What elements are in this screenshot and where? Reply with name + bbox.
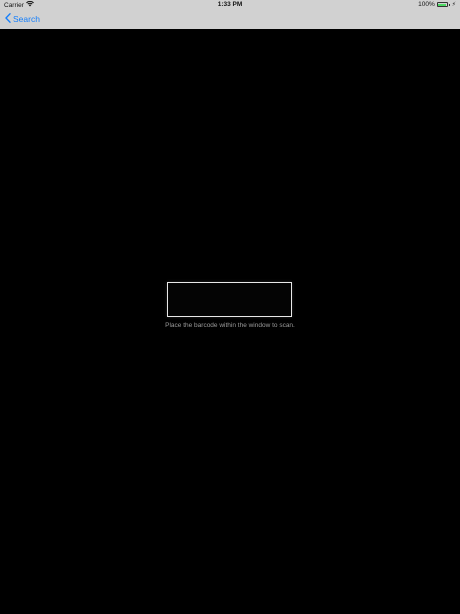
back-button-label: Search: [13, 14, 40, 24]
back-button[interactable]: Search: [5, 13, 40, 25]
battery-percent: 100%: [418, 1, 435, 8]
camera-preview: Place the barcode within the window to s…: [0, 29, 460, 614]
battery-icon: [436, 2, 448, 7]
status-right: 100% ⚡: [418, 1, 456, 8]
navigation-bar: Search: [0, 10, 460, 30]
scan-window: [167, 282, 292, 317]
charging-icon: ⚡: [451, 2, 456, 8]
scan-hint: Place the barcode within the window to s…: [165, 322, 295, 329]
chevron-left-icon: [5, 13, 11, 25]
status-time: 1:33 PM: [217, 1, 243, 8]
battery-tip: [448, 3, 450, 6]
status-bar: Carrier 1:33 PM 100% ⚡: [0, 0, 460, 10]
